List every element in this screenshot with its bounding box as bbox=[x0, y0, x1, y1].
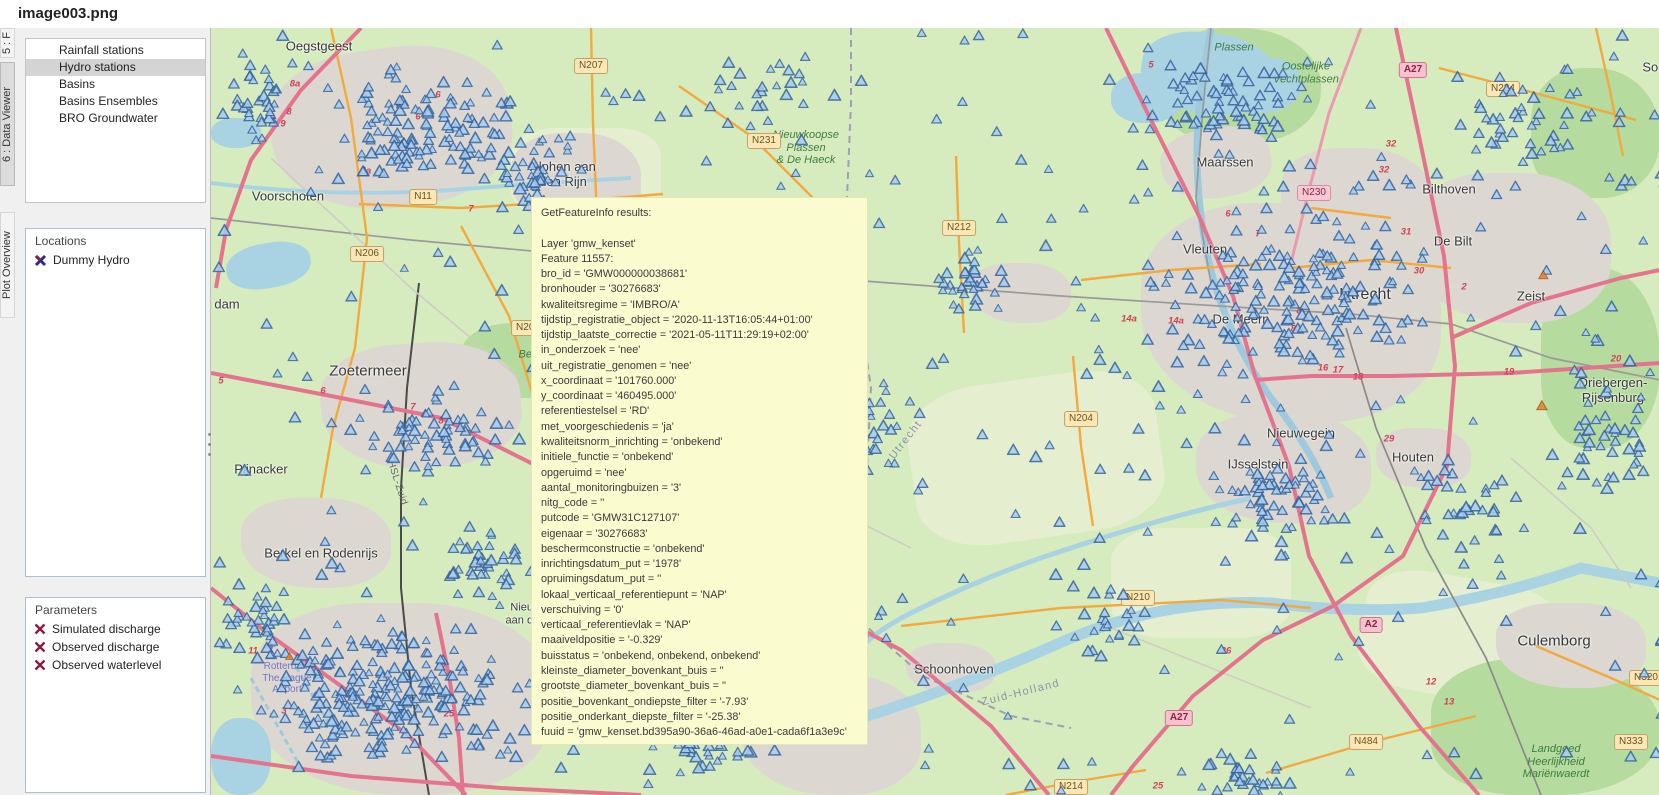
parameters-panel-title: Parameters bbox=[26, 598, 205, 620]
tab-6-data-viewer[interactable]: 6 : Data Viewer bbox=[0, 62, 15, 186]
red-x-icon bbox=[34, 641, 46, 653]
parameter-item-observed-discharge[interactable]: Observed discharge bbox=[26, 638, 205, 656]
location-item-dummy-hydro[interactable]: Dummy Hydro bbox=[26, 251, 205, 269]
parameter-item-simulated-discharge[interactable]: Simulated discharge bbox=[26, 620, 205, 638]
parameter-item-label: Simulated discharge bbox=[52, 622, 161, 636]
tab-plot-overview[interactable]: Plot Overview bbox=[0, 212, 15, 318]
layer-list-panel: Rainfall stationsHydro stationsBasinsBas… bbox=[25, 38, 206, 203]
layer-item-rainfall-stations[interactable]: Rainfall stations bbox=[26, 42, 205, 59]
parameters-panel: Parameters Simulated discharge Observed d… bbox=[25, 597, 206, 793]
panel-splitter-handle[interactable]: ••• bbox=[207, 430, 212, 464]
tab-5-f[interactable]: 5 : F bbox=[0, 28, 15, 58]
vertical-tab-strip: 5 : F 6 : Data Viewer Plot Overview bbox=[0, 28, 15, 795]
parameter-item-observed-waterlevel[interactable]: Observed waterlevel bbox=[26, 656, 205, 674]
layer-item-bro-groundwater[interactable]: BRO Groundwater bbox=[26, 110, 205, 127]
layer-item-basins[interactable]: Basins bbox=[26, 76, 205, 93]
layer-item-basins-ensembles[interactable]: Basins Ensembles bbox=[26, 93, 205, 110]
getfeatureinfo-tooltip: GetFeatureInfo results: Layer 'gmw_kense… bbox=[531, 197, 868, 745]
map-viewport[interactable]: OegstgeestVoorschotenAlphen aan den Rijn… bbox=[210, 28, 1659, 795]
layer-item-hydro-stations[interactable]: Hydro stations bbox=[26, 59, 205, 76]
left-panel-column: 5 : F 6 : Data Viewer Plot Overview Rainfa… bbox=[0, 28, 210, 795]
location-item-label: Dummy Hydro bbox=[53, 253, 130, 267]
red-x-icon bbox=[34, 623, 46, 635]
locations-panel: Locations Dummy Hydro bbox=[25, 228, 206, 577]
red-x-icon bbox=[34, 659, 46, 671]
parameter-item-label: Observed waterlevel bbox=[52, 658, 161, 672]
flag-x-marker-icon bbox=[34, 254, 47, 267]
window-titlebar: image003.png bbox=[0, 0, 1659, 28]
map-markers-layer[interactable] bbox=[211, 28, 1659, 795]
locations-panel-title: Locations bbox=[26, 229, 205, 251]
parameter-item-label: Observed discharge bbox=[52, 640, 159, 654]
window-title: image003.png bbox=[18, 5, 118, 22]
